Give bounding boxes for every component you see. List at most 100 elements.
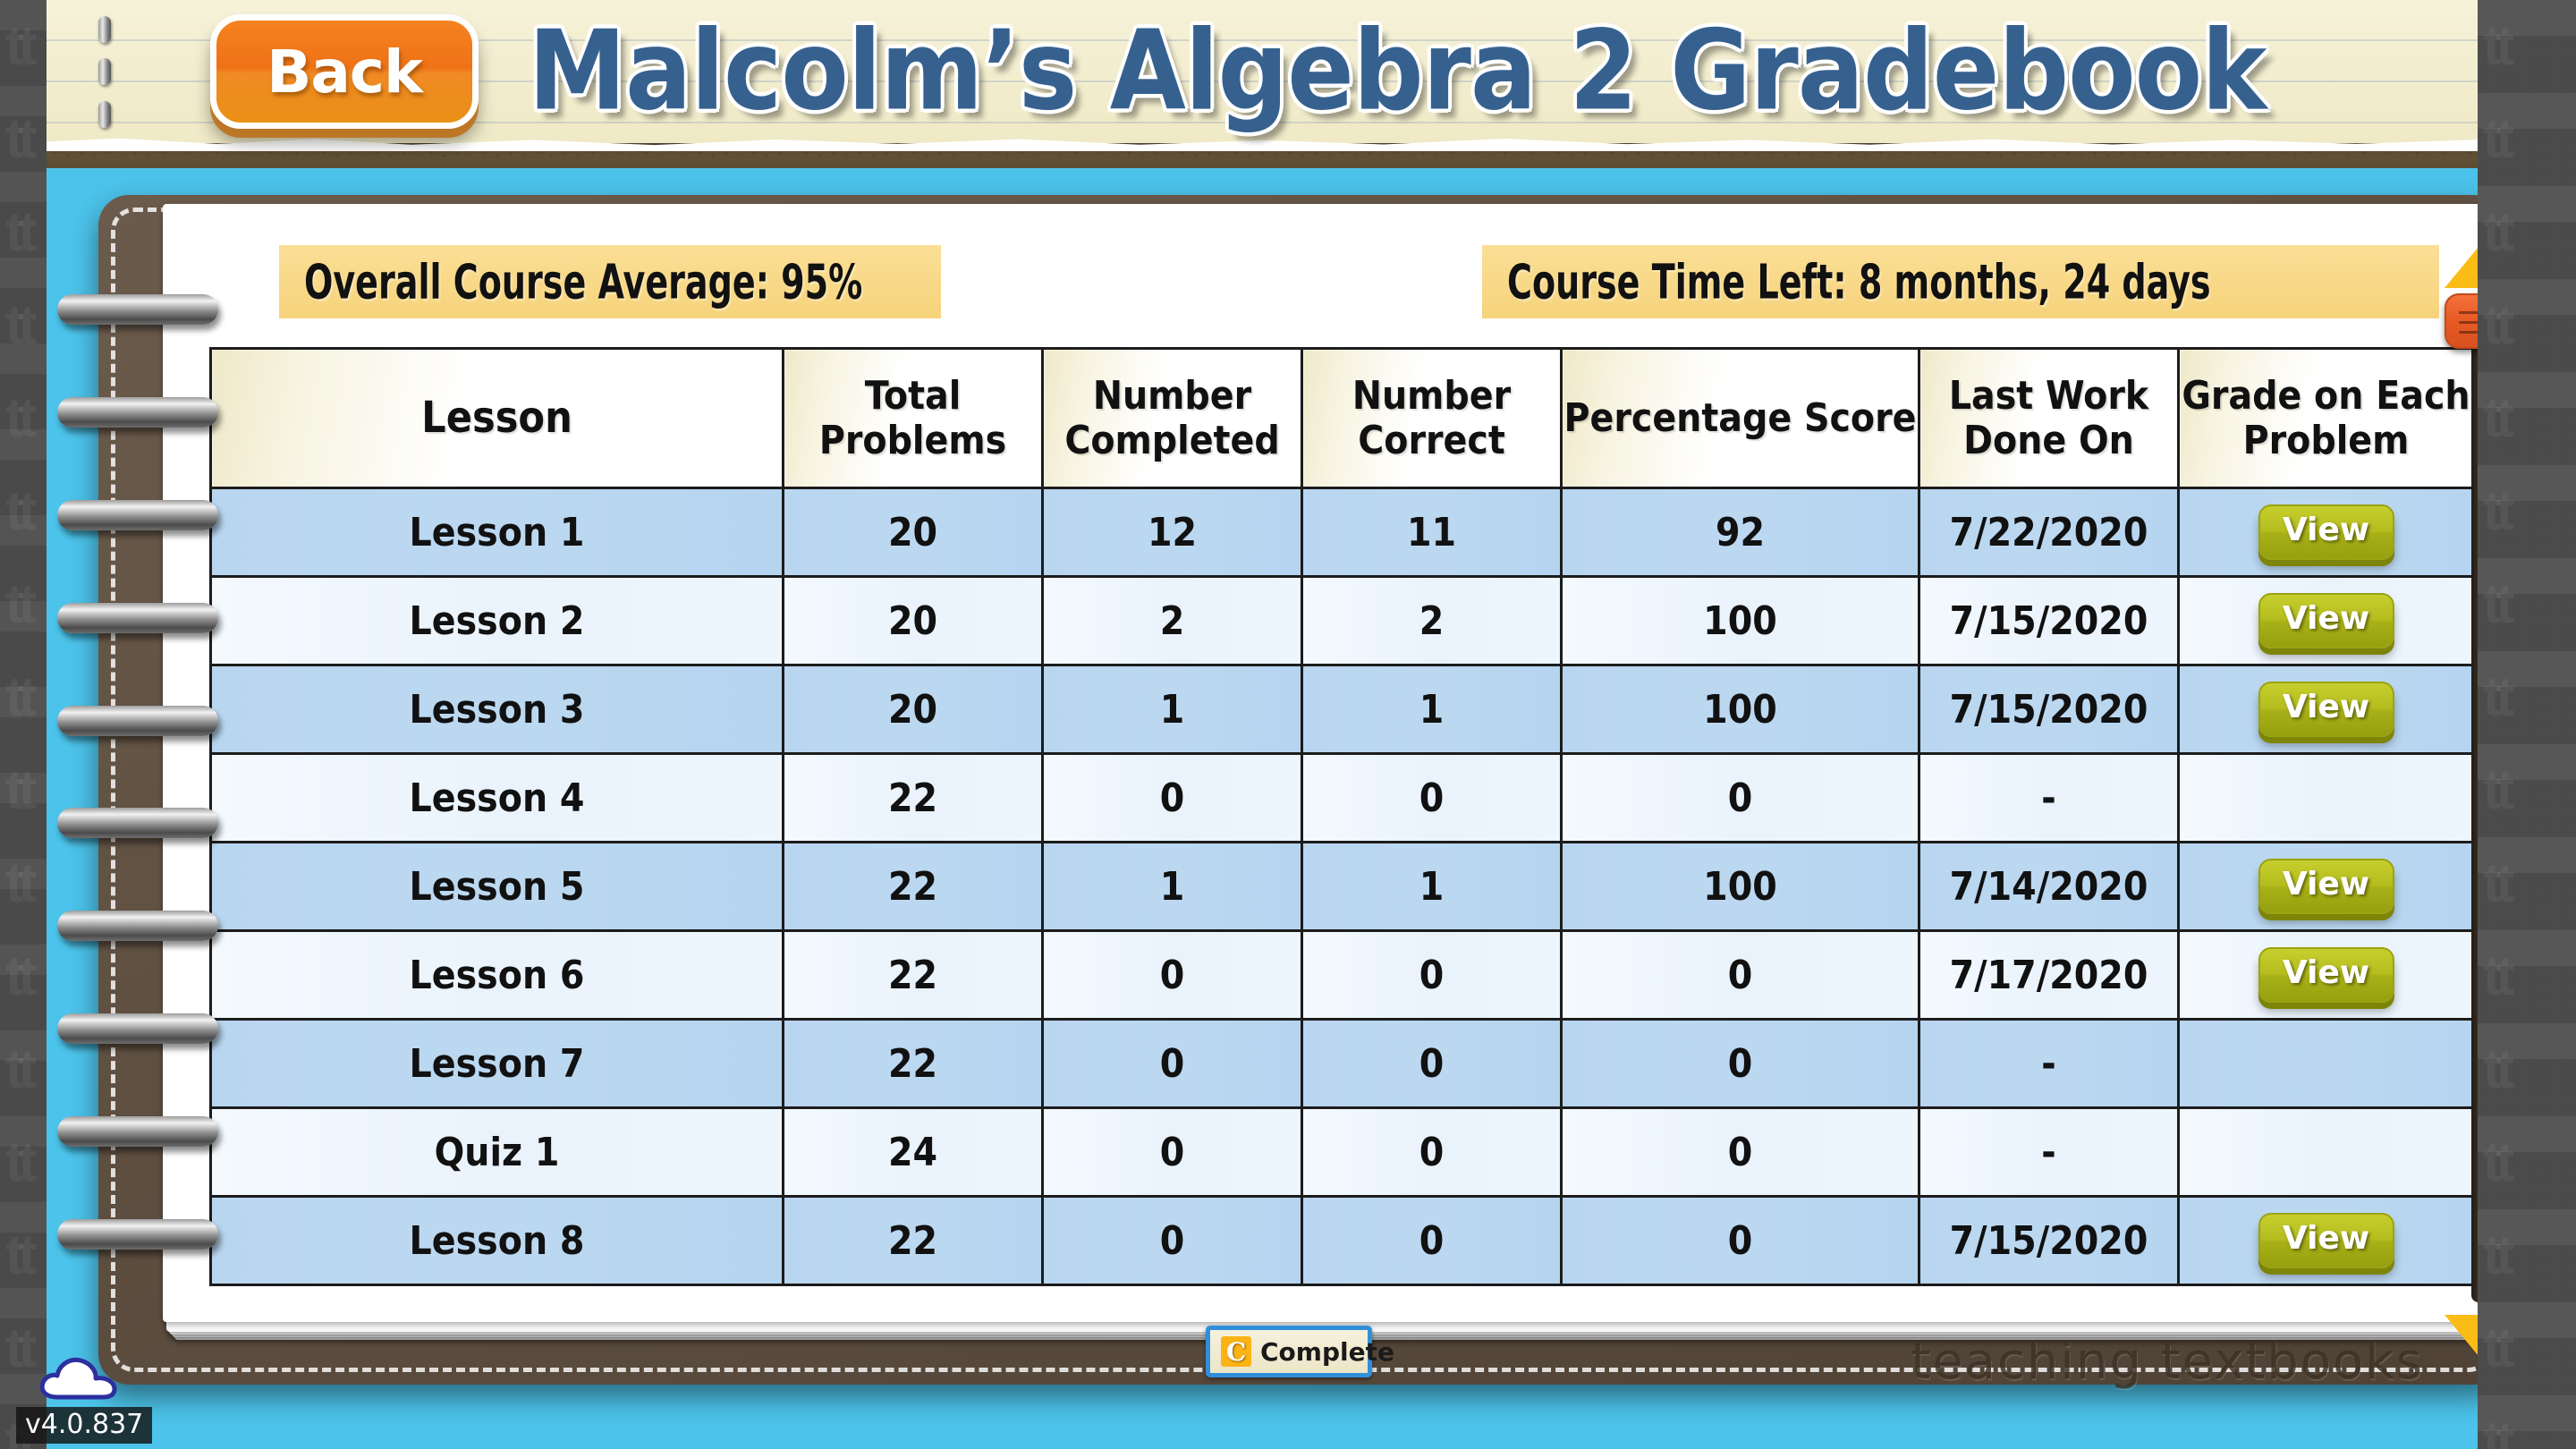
course-time-left-text: Course Time Left: 8 months, 24 days — [1507, 253, 2211, 310]
cell-number-completed: 2 — [1041, 575, 1303, 666]
cell-lesson: Lesson 7 — [209, 1018, 784, 1109]
cell-lesson: Lesson 2 — [209, 575, 784, 666]
cell-number-correct: 0 — [1301, 929, 1563, 1021]
cell-percentage-score: 0 — [1560, 929, 1920, 1021]
cell-grade-on-each-problem: View — [2177, 1195, 2475, 1286]
view-grade-button[interactable]: View — [2258, 504, 2394, 560]
cell-total-problems: 20 — [782, 664, 1044, 755]
cell-last-work-done-on: 7/22/2020 — [1918, 487, 2180, 578]
cell-total-problems: 22 — [782, 752, 1044, 843]
column-header-total: Total Problems — [782, 347, 1044, 489]
right-rail: tt tt tt tt tt tt tt tt tt tt tt tt tt tt tt tt — [2478, 0, 2576, 1449]
cell-lesson: Lesson 5 — [209, 841, 784, 932]
table-row: Lesson 3 20 1 1 100 7/15/2020 View — [209, 664, 2475, 755]
view-grade-button[interactable]: View — [2258, 859, 2394, 914]
cell-number-completed: 0 — [1041, 1195, 1303, 1286]
rail-pattern-right: tt tt tt tt tt tt tt tt tt tt tt tt tt tt tt tt — [2483, 15, 2514, 1449]
complete-button[interactable]: C Complete — [1206, 1326, 1394, 1377]
table-row: Lesson 8 22 0 0 0 7/15/2020 View — [209, 1195, 2475, 1286]
cell-number-completed: 0 — [1041, 1018, 1303, 1109]
table-body: Lesson 1 20 12 11 92 7/22/2020 View Lesson 2 20 2… — [209, 487, 2475, 1286]
cell-total-problems: 20 — [782, 575, 1044, 666]
cell-number-correct: 2 — [1301, 575, 1563, 666]
cell-number-correct: 11 — [1301, 487, 1563, 578]
page-surface: Overall Course Average: 95% Course Time … — [57, 204, 2569, 1356]
cell-number-correct: 1 — [1301, 664, 1563, 755]
view-grade-button[interactable]: View — [2258, 947, 2394, 1003]
cell-number-completed: 1 — [1041, 664, 1303, 755]
cell-last-work-done-on: 7/15/2020 — [1918, 664, 2180, 755]
cell-grade-on-each-problem — [2177, 1106, 2475, 1198]
cell-lesson: Quiz 1 — [209, 1106, 784, 1198]
table-row: Lesson 2 20 2 2 100 7/15/2020 View — [209, 575, 2475, 666]
cell-last-work-done-on: 7/15/2020 — [1918, 575, 2180, 666]
column-header-grade: Grade on Each Problem — [2177, 347, 2475, 489]
gradebook-app: tt tt tt tt tt tt tt tt tt tt tt tt tt tt tt tt tt tt tt t… — [0, 0, 2576, 1449]
cell-last-work-done-on: 7/17/2020 — [1918, 929, 2180, 1021]
cell-percentage-score: 100 — [1560, 664, 1920, 755]
cell-last-work-done-on: - — [1918, 1018, 2180, 1109]
cell-total-problems: 22 — [782, 841, 1044, 932]
cell-number-correct: 1 — [1301, 841, 1563, 932]
view-grade-button[interactable]: View — [2258, 593, 2394, 648]
table-row: Lesson 6 22 0 0 0 7/17/2020 View — [209, 929, 2475, 1021]
rail-pattern-left: tttttttttttttttttttttttttttttttt — [5, 15, 37, 1449]
cell-grade-on-each-problem — [2177, 752, 2475, 843]
table-row: Lesson 5 22 1 1 100 7/14/2020 View — [209, 841, 2475, 932]
table-header-row: Lesson Total Problems Number Completed N… — [209, 347, 2475, 489]
cell-percentage-score: 0 — [1560, 1106, 1920, 1198]
complete-button-label: Complete — [1260, 1336, 1394, 1367]
cell-percentage-score: 0 — [1560, 752, 1920, 843]
cell-lesson: Lesson 3 — [209, 664, 784, 755]
cell-total-problems: 22 — [782, 929, 1044, 1021]
back-button[interactable]: Back — [210, 14, 479, 129]
cell-total-problems: 22 — [782, 1195, 1044, 1286]
cell-total-problems: 24 — [782, 1106, 1044, 1198]
back-button-label: Back — [267, 37, 423, 106]
left-rail: tttttttttttttttttttttttttttttttt — [0, 0, 47, 1449]
cell-lesson: Lesson 1 — [209, 487, 784, 578]
table-header: Lesson Total Problems Number Completed N… — [209, 347, 2475, 489]
column-header-completed: Number Completed — [1041, 347, 1303, 489]
cell-percentage-score: 100 — [1560, 841, 1920, 932]
cell-grade-on-each-problem: View — [2177, 487, 2475, 578]
page-title: Malcolm’s Algebra 2 Gradebook — [528, 5, 2267, 135]
complete-c-icon: C — [1221, 1336, 1251, 1367]
cell-total-problems: 20 — [782, 487, 1044, 578]
cell-number-correct: 0 — [1301, 1195, 1563, 1286]
cloud-icon[interactable] — [38, 1352, 123, 1402]
cell-grade-on-each-problem — [2177, 1018, 2475, 1109]
view-grade-button[interactable]: View — [2258, 682, 2394, 737]
course-average-banner: Overall Course Average: 95% — [279, 245, 941, 318]
table-row: Quiz 1 24 0 0 0- — [209, 1106, 2475, 1198]
cell-grade-on-each-problem: View — [2177, 575, 2475, 666]
cell-last-work-done-on: 7/14/2020 — [1918, 841, 2180, 932]
table-row: Lesson 1 20 12 11 92 7/22/2020 View — [209, 487, 2475, 578]
table-row: Lesson 4 22 0 0 0- — [209, 752, 2475, 843]
cell-number-completed: 1 — [1041, 841, 1303, 932]
cell-percentage-score: 0 — [1560, 1018, 1920, 1109]
course-time-left-banner: Course Time Left: 8 months, 24 days — [1482, 245, 2439, 318]
cell-last-work-done-on: 7/15/2020 — [1918, 1195, 2180, 1286]
gradebook-table: Lesson Total Problems Number Completed N… — [209, 347, 2475, 1286]
notebook-panel: Overall Course Average: 95% Course Time … — [57, 195, 2512, 1385]
column-header-last-work: Last Work Done On — [1918, 347, 2180, 489]
cell-number-completed: 12 — [1041, 487, 1303, 578]
cell-percentage-score: 0 — [1560, 1195, 1920, 1286]
cell-last-work-done-on: - — [1918, 1106, 2180, 1198]
column-header-correct: Number Correct — [1301, 347, 1563, 489]
cell-grade-on-each-problem: View — [2177, 841, 2475, 932]
cell-number-completed: 0 — [1041, 752, 1303, 843]
cell-grade-on-each-problem: View — [2177, 929, 2475, 1021]
cell-number-completed: 0 — [1041, 1106, 1303, 1198]
version-label: v4.0.837 — [16, 1407, 153, 1444]
cell-total-problems: 22 — [782, 1018, 1044, 1109]
cell-lesson: Lesson 6 — [209, 929, 784, 1021]
summary-banners: Overall Course Average: 95% Course Time … — [279, 245, 2444, 327]
column-header-percentage: Percentage Score — [1560, 347, 1920, 489]
header-bar: Back Malcolm’s Algebra 2 Gradebook — [47, 0, 2478, 168]
view-grade-button[interactable]: View — [2258, 1213, 2394, 1268]
cell-last-work-done-on: - — [1918, 752, 2180, 843]
cell-grade-on-each-problem: View — [2177, 664, 2475, 755]
cell-lesson: Lesson 4 — [209, 752, 784, 843]
